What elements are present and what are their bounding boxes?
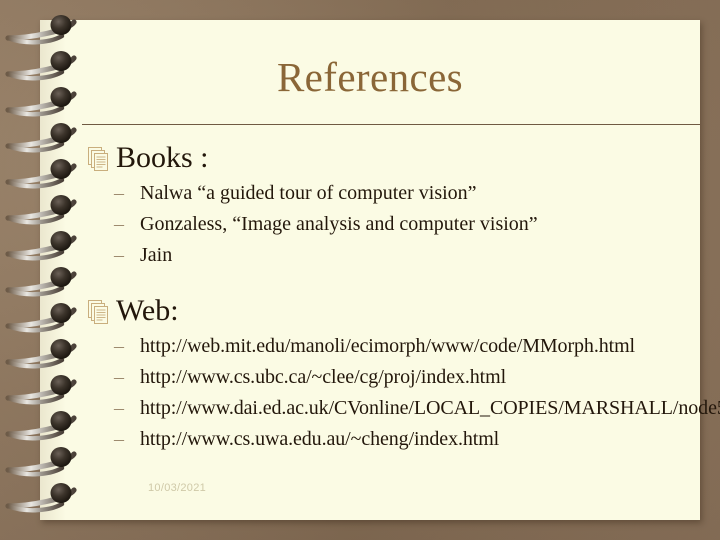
slide-canvas: References Books: – Nalwa “a guided tou…: [0, 0, 720, 540]
list-item: – Gonzaless, “Image analysis and compute…: [114, 210, 700, 238]
bullet-dash: –: [114, 397, 124, 419]
list-item: – http://web.mit.edu/manoli/ecimorph/www…: [114, 332, 700, 360]
list-item-label: Nalwa “a guided tour of computer vision”: [140, 182, 477, 204]
heading-books: Books :: [88, 140, 700, 176]
stacked-pages-icon: [88, 147, 108, 171]
list-item-label: Gonzaless, “Image analysis and computer …: [140, 213, 538, 235]
heading-books-label: Books :: [116, 141, 209, 174]
list-item-url: http://www.cs.ubc.ca/~clee/cg/proj/index…: [140, 366, 507, 388]
list-item: – Jain: [114, 241, 700, 269]
heading-web: Web:: [88, 293, 700, 329]
title-divider: [82, 124, 700, 125]
list-item: – http://www.dai.ed.ac.uk/CVonline/LOCAL…: [114, 394, 720, 422]
heading-web-label: Web:: [116, 294, 179, 327]
list-item-url: http://web.mit.edu/manoli/ecimorph/www/c…: [140, 335, 635, 357]
list-item: – http://www.cs.uwa.edu.au/~cheng/index.…: [114, 425, 700, 453]
list-item-url: http://www.dai.ed.ac.uk/CVonline/LOCAL_C…: [140, 397, 720, 419]
slide-date: 10/03/2021: [148, 482, 207, 494]
bullet-dash: –: [114, 213, 124, 235]
list-item-label: Jain: [140, 244, 173, 266]
list-item-url: http://www.cs.uwa.edu.au/~cheng/index.ht…: [140, 428, 500, 450]
list-item: – Nalwa “a guided tour of computer visio…: [114, 179, 700, 207]
bullet-dash: –: [114, 335, 124, 357]
content-group-books: Books : – Nalwa “a guided tour of comput…: [40, 140, 700, 269]
slide-content: Books : – Nalwa “a guided tour of comput…: [40, 140, 720, 453]
slide-title: References: [276, 54, 464, 100]
bullet-dash: –: [114, 366, 124, 388]
stacked-pages-icon: [88, 300, 108, 324]
content-group-web: Web: – http://web.mit.edu/manoli/ecimorp…: [40, 293, 720, 453]
bullet-dash: –: [114, 182, 124, 204]
bullet-dash: –: [114, 244, 124, 266]
list-item: – http://www.cs.ubc.ca/~clee/cg/proj/ind…: [114, 363, 700, 391]
bullet-dash: –: [114, 428, 124, 450]
